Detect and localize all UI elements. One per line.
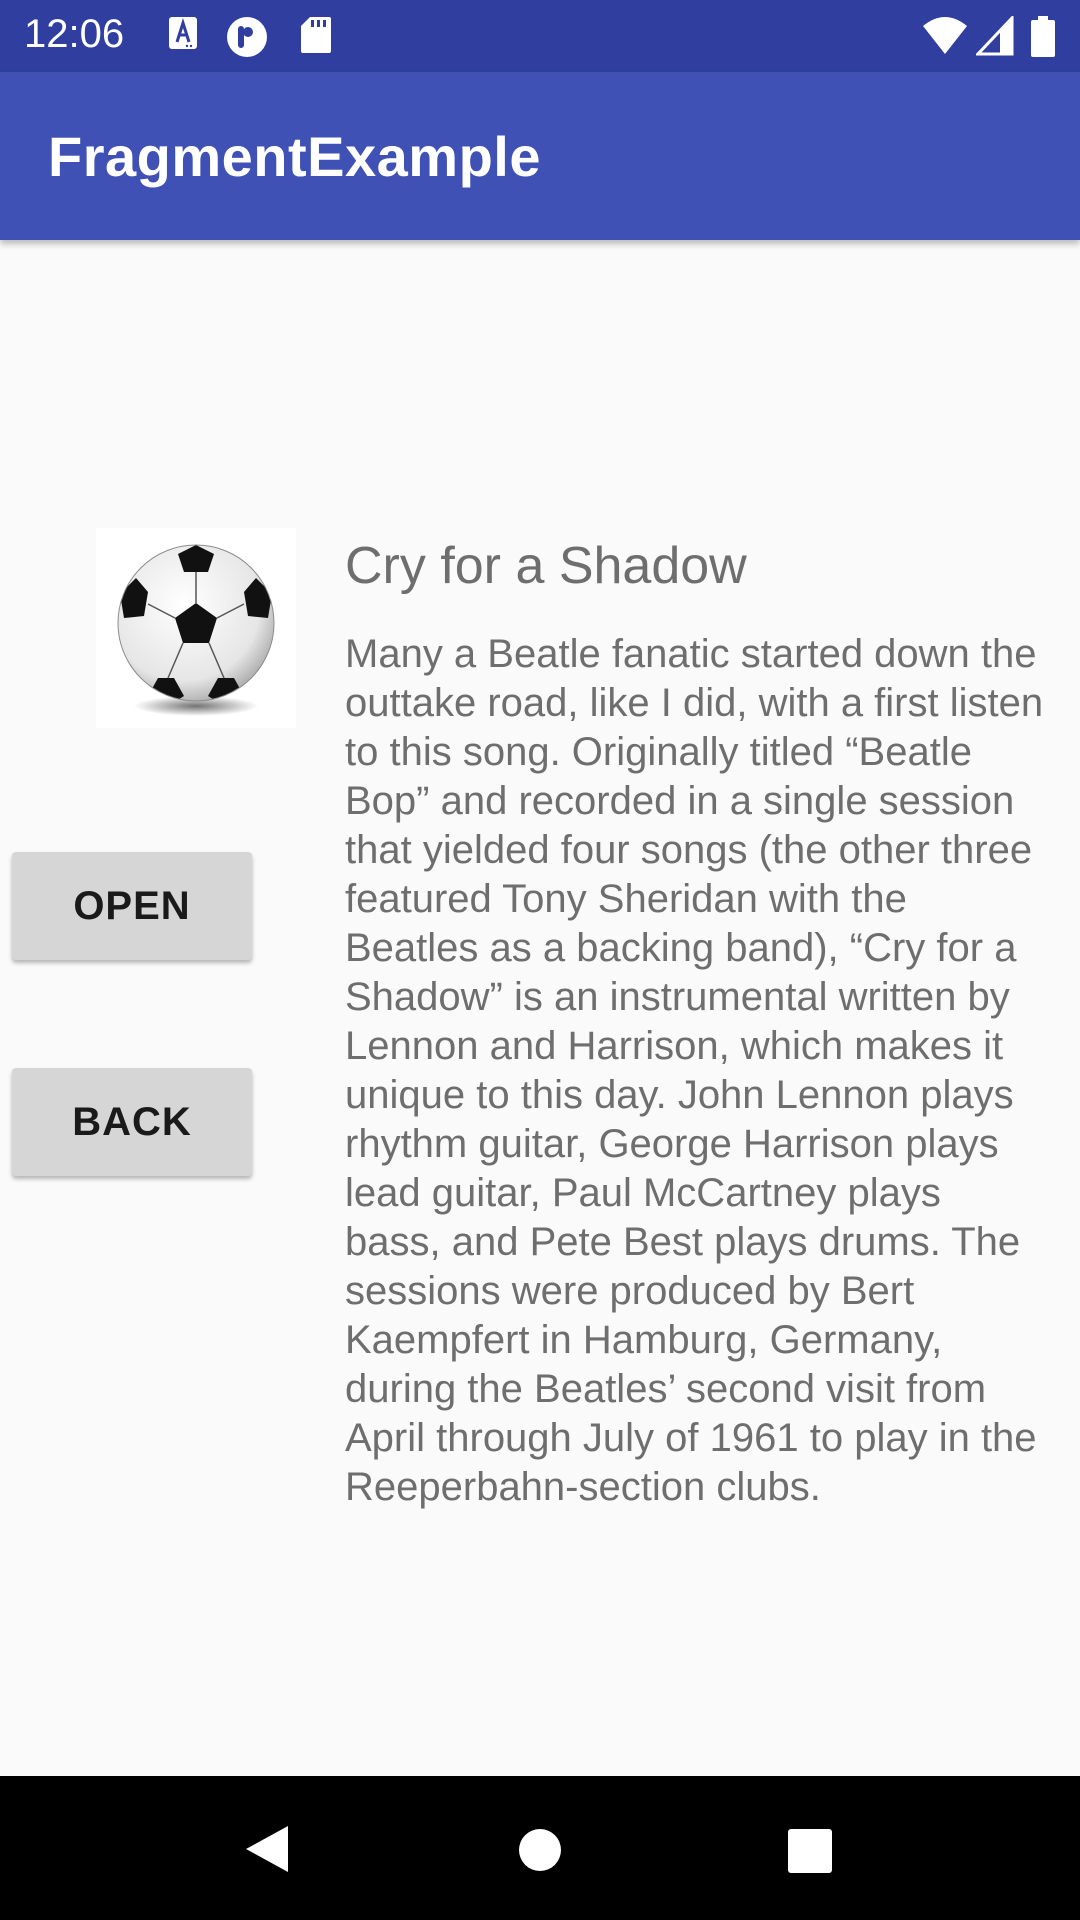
sd-card-icon bbox=[301, 17, 331, 53]
song-title: Cry for a Shadow bbox=[345, 537, 747, 595]
back-button[interactable]: BACK bbox=[12, 1068, 252, 1176]
open-button[interactable]: OPEN bbox=[12, 852, 252, 960]
app-bar: FragmentExample bbox=[0, 72, 1080, 240]
p-app-icon bbox=[227, 17, 267, 57]
song-description: Many a Beatle fanatic started down the o… bbox=[345, 632, 1044, 1509]
home-icon[interactable] bbox=[518, 1828, 562, 1872]
soccer-ball-icon bbox=[117, 544, 275, 716]
a-keyboard-icon bbox=[169, 17, 197, 49]
status-bar: 12:06 bbox=[0, 0, 1080, 72]
soccer-ball-image bbox=[96, 528, 296, 728]
signal-icon bbox=[976, 16, 1014, 56]
navigation-bar bbox=[0, 1776, 1080, 1920]
wifi-icon bbox=[923, 17, 967, 54]
battery-icon bbox=[1031, 16, 1055, 57]
back-icon[interactable] bbox=[244, 1824, 290, 1874]
status-time: 12:06 bbox=[24, 12, 125, 56]
app-title: FragmentExample bbox=[48, 125, 541, 188]
recents-icon[interactable] bbox=[787, 1828, 833, 1874]
